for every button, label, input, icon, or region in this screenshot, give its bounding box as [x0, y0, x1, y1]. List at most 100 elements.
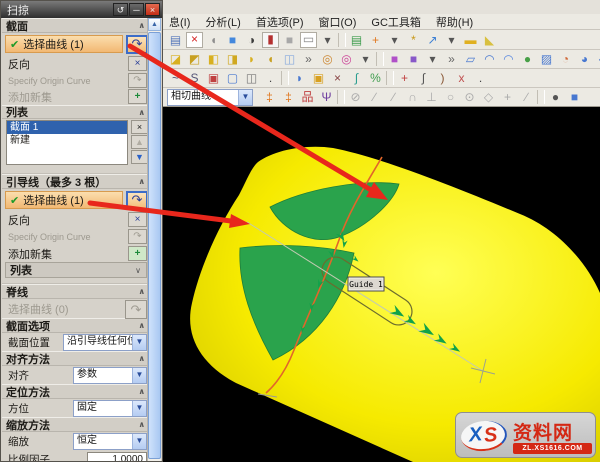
group-header-orient-method[interactable]: 定位方法 ∧	[2, 384, 150, 399]
more-dot-icon[interactable]: .	[262, 70, 279, 86]
filter-figure-icon[interactable]: Ψ	[318, 89, 335, 105]
mesh-surface-icon[interactable]: ▨	[538, 51, 555, 67]
surface-icon[interactable]: ◖	[262, 51, 279, 67]
surface-icon[interactable]: ◫	[281, 51, 298, 67]
ruler-icon[interactable]: ▬	[462, 32, 479, 48]
s-curve-icon[interactable]: ∫	[348, 70, 365, 86]
list-item-section-1[interactable]: 截面 1	[7, 121, 127, 134]
page-icon[interactable]: ▢	[224, 70, 241, 86]
overflow-chevron-icon[interactable]: »	[443, 51, 460, 67]
list-header-section[interactable]: 列表 ∧	[2, 105, 150, 119]
scroll-up-icon[interactable]: ▲	[148, 18, 161, 31]
reset-icon[interactable]: ↺	[113, 3, 128, 16]
list-header-guides[interactable]: 列表 ∨	[5, 262, 147, 278]
collapse-icon[interactable]: ∧	[139, 387, 147, 396]
section-position-combo[interactable]: 沿引导线任何位置 ▼	[63, 334, 147, 351]
collapse-icon[interactable]: ∧	[139, 177, 147, 186]
bounded-plane-icon[interactable]: ▱	[462, 51, 479, 67]
dropdown-caret-icon[interactable]: ▾	[319, 32, 336, 48]
overflow-chevron-icon[interactable]: »	[300, 51, 317, 67]
remove-item-button[interactable]: ×	[131, 120, 148, 134]
snap-slash-icon[interactable]: ∕	[518, 89, 535, 105]
scrollbar-thumb[interactable]	[148, 32, 161, 459]
graphics-viewport[interactable]: Guide 1	[163, 107, 600, 462]
dialog-title-bar[interactable]: 扫掠 ↺ ─ ×	[1, 1, 162, 18]
snap-point-icon[interactable]: +	[499, 89, 516, 105]
surface-icon[interactable]: ◧	[205, 51, 222, 67]
layer-book-icon[interactable]: ▤	[348, 32, 365, 48]
section-view-icon[interactable]: ▮	[262, 32, 279, 48]
gear-icon[interactable]: ◎	[319, 51, 336, 67]
snap-midpoint-icon[interactable]: ∕	[385, 89, 402, 105]
shaded-view-icon[interactable]: ■	[224, 32, 241, 48]
curve-select-button[interactable]: ↷	[126, 35, 148, 54]
collapse-icon[interactable]: ∧	[139, 108, 147, 117]
collapse-icon[interactable]: ∧	[139, 21, 147, 30]
reverse-direction-button[interactable]: ×	[128, 56, 147, 71]
chevron-down-icon[interactable]: ▼	[132, 335, 146, 350]
csys-icon[interactable]: +	[367, 32, 384, 48]
group-header-section-options[interactable]: 截面选项 ∧	[2, 318, 150, 333]
dropdown-caret-icon[interactable]: ▾	[357, 51, 374, 67]
dialog-scrollbar[interactable]: ▲	[147, 18, 161, 461]
add-new-set-button[interactable]: +	[128, 89, 147, 104]
snap-endpoint-icon[interactable]: ∕	[366, 89, 383, 105]
delete-red-x-icon[interactable]: ×	[186, 32, 203, 48]
add-new-set-button[interactable]: +	[128, 246, 147, 261]
collapse-icon[interactable]: ∧	[139, 354, 147, 363]
scale-factor-input[interactable]: 1.0000	[87, 452, 147, 461]
trim-x-icon[interactable]: ×	[329, 70, 346, 86]
magenta-cube-icon[interactable]: ■	[405, 51, 422, 67]
key-gear-icon[interactable]: *	[405, 32, 422, 48]
spline-points-icon[interactable]: S	[186, 70, 203, 86]
snap-perp-icon[interactable]: ⊥	[423, 89, 440, 105]
more-dot-icon[interactable]: .	[472, 70, 489, 86]
sheet-pair-icon[interactable]: ◇	[595, 51, 600, 67]
menu-item[interactable]: 分析(L)	[205, 14, 240, 30]
origin-curve-button[interactable]: ↷	[128, 73, 147, 88]
trim-curve-icon[interactable]: x	[453, 70, 470, 86]
snap-center-icon[interactable]: ⊙	[461, 89, 478, 105]
scale-combo[interactable]: 恒定 ▼	[73, 433, 147, 450]
group-header-section[interactable]: 截面 ∧	[2, 18, 150, 33]
group-header-align-method[interactable]: 对齐方法 ∧	[2, 351, 150, 366]
expand-icon[interactable]: ∨	[135, 266, 142, 275]
snap-circle-icon[interactable]: ○	[442, 89, 459, 105]
filter-dagger-icon[interactable]: ‡	[280, 89, 297, 105]
orient-combo[interactable]: 固定 ▼	[73, 400, 147, 417]
collapse-icon[interactable]: ∧	[139, 287, 147, 296]
analysis-sphere-icon[interactable]: ●	[519, 51, 536, 67]
chevron-down-icon[interactable]: ▼	[238, 90, 252, 105]
group-header-spine[interactable]: 脊线 ∧	[2, 284, 150, 299]
chevron-down-icon[interactable]: ▼	[132, 368, 146, 383]
studio-spline-icon[interactable]: ~	[167, 70, 184, 86]
menu-item[interactable]: 息(I)	[169, 14, 190, 30]
mirror-pages-icon[interactable]: ◫	[243, 70, 260, 86]
swirl-surface-icon[interactable]: ◕	[576, 51, 593, 67]
origin-curve-button[interactable]: ↷	[128, 229, 147, 244]
cube-blue-icon[interactable]: ■	[566, 89, 583, 105]
surface-icon[interactable]: ◪	[167, 51, 184, 67]
protractor-icon[interactable]: ◣	[481, 32, 498, 48]
dropdown-caret-icon[interactable]: ▾	[386, 32, 403, 48]
arc-curve-icon[interactable]: )	[434, 70, 451, 86]
render-style-icon[interactable]: ◑	[243, 32, 260, 48]
selection-filter-combo[interactable]: 相切曲线 ▼	[167, 89, 253, 106]
collapse-icon[interactable]: ∧	[139, 321, 147, 330]
hand-surface-icon[interactable]: ◗	[291, 70, 308, 86]
percent-icon[interactable]: %	[367, 70, 384, 86]
bridge-curve-icon[interactable]: ∫	[415, 70, 432, 86]
filter-tree-icon[interactable]: 品	[299, 89, 316, 105]
chevron-down-icon[interactable]: ▼	[132, 401, 146, 416]
shell-icon[interactable]: ◖	[205, 32, 222, 48]
surface-icon[interactable]: ◗	[243, 51, 260, 67]
snap-arc-icon[interactable]: ∩	[404, 89, 421, 105]
move-up-button[interactable]: ▲	[131, 135, 148, 149]
vector-icon[interactable]: ↗	[424, 32, 441, 48]
minimize-icon[interactable]: ─	[129, 3, 144, 16]
guide-curve-select-button[interactable]: ↷	[126, 191, 148, 210]
snap-off-icon[interactable]: ⊘	[347, 89, 364, 105]
move-down-button[interactable]: ▼	[131, 150, 148, 164]
swept-surface-icon[interactable]: ◠	[500, 51, 517, 67]
group-header-guides[interactable]: 引导线（最多 3 根） ∧	[2, 174, 150, 189]
